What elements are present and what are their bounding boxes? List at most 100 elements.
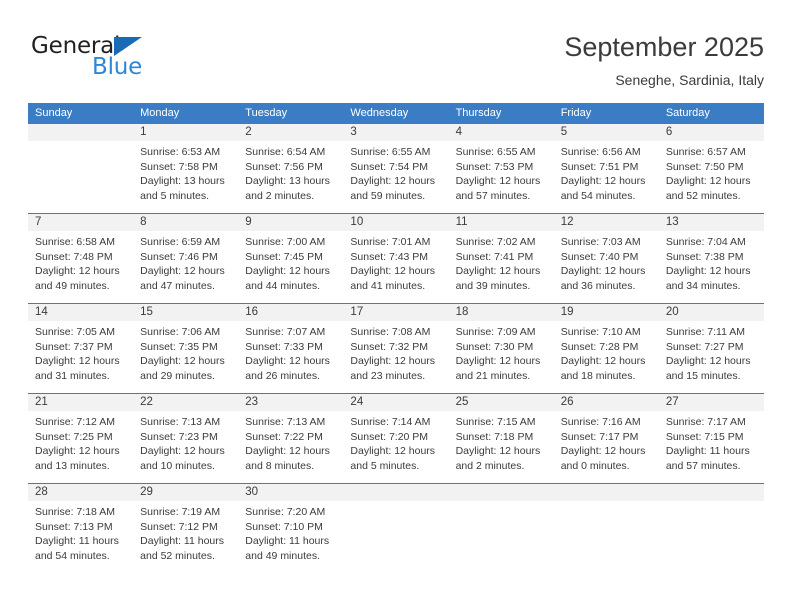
day-detail-line: and 2 minutes. — [245, 189, 315, 202]
day-number: 8 — [133, 214, 239, 231]
day-detail-line: and 5 minutes. — [350, 459, 420, 472]
day-number: 17 — [343, 304, 449, 321]
day-detail-line: Sunrise: 6:54 AM — [245, 146, 326, 158]
day-cell[interactable]: 23 Sunrise: 7:13 AM Sunset: 7:22 PM Dayligh… — [238, 394, 344, 483]
week-cells: 28 Sunrise: 7:18 AM Sunset: 7:13 PM Dayligh… — [28, 484, 764, 573]
day-cell[interactable]: 4 Sunrise: 6:55 AM Sunset: 7:53 PM Daylight… — [448, 124, 554, 213]
day-detail-line: Daylight: 12 hours — [455, 445, 541, 458]
day-detail-line: and 59 minutes. — [350, 189, 426, 202]
day-cell[interactable]: 25 Sunrise: 7:15 AM Sunset: 7:18 PM Dayligh… — [448, 394, 554, 483]
day-detail-line: Sunset: 7:56 PM — [245, 160, 323, 173]
day-cell[interactable]: 3 Sunrise: 6:55 AM Sunset: 7:54 PM Daylight… — [343, 124, 449, 213]
day-detail-line: and 52 minutes. — [665, 189, 741, 202]
day-cell[interactable]: 30 Sunrise: 7:20 AM Sunset: 7:10 PM Dayligh… — [238, 484, 344, 573]
day-details: Sunrise: 7:19 AM Sunset: 7:12 PM Daylight:… — [133, 501, 238, 563]
day-cell[interactable]: 29 Sunrise: 7:19 AM Sunset: 7:12 PM Dayligh… — [133, 484, 239, 573]
day-detail-line: Sunrise: 7:08 AM — [350, 326, 431, 338]
day-detail-line: Sunrise: 7:03 AM — [560, 236, 641, 248]
day-details — [554, 501, 659, 505]
day-cell[interactable]: 19 Sunrise: 7:10 AM Sunset: 7:28 PM Dayligh… — [553, 304, 659, 393]
day-detail-line: Sunrise: 7:13 AM — [140, 416, 221, 428]
calendar-week-row: 21 Sunrise: 7:12 AM Sunset: 7:25 PM Dayligh… — [28, 393, 764, 483]
day-detail-line: Daylight: 11 hours — [245, 535, 330, 548]
day-number: 6 — [658, 124, 764, 141]
day-cell[interactable]: 17 Sunrise: 7:08 AM Sunset: 7:32 PM Dayligh… — [343, 304, 449, 393]
day-detail-line: Sunset: 7:30 PM — [455, 340, 534, 353]
day-cell-empty — [448, 484, 554, 573]
day-details: Sunrise: 7:09 AM Sunset: 7:30 PM Daylight:… — [449, 321, 554, 383]
day-cell[interactable]: 7 Sunrise: 6:58 AM Sunset: 7:48 PM Daylight… — [28, 214, 134, 303]
day-number: 10 — [343, 214, 449, 231]
day-details: Sunrise: 6:58 AM Sunset: 7:48 PM Daylight:… — [28, 231, 133, 293]
day-detail-line: Daylight: 11 hours — [140, 535, 224, 548]
day-number: 5 — [553, 124, 659, 141]
calendar-week-row: 28 Sunrise: 7:18 AM Sunset: 7:13 PM Dayligh… — [28, 483, 764, 573]
day-detail-line: Sunset: 7:58 PM — [140, 160, 218, 173]
day-cell[interactable]: 14 Sunrise: 7:05 AM Sunset: 7:37 PM Dayligh… — [28, 304, 134, 393]
day-detail-line: Sunset: 7:28 PM — [560, 340, 639, 353]
day-details: Sunrise: 7:14 AM Sunset: 7:20 PM Daylight:… — [343, 411, 448, 473]
day-cell[interactable]: 15 Sunrise: 7:06 AM Sunset: 7:35 PM Dayligh… — [133, 304, 239, 393]
week-cells: 7 Sunrise: 6:58 AM Sunset: 7:48 PM Daylight… — [28, 214, 764, 303]
day-detail-line: and 52 minutes. — [140, 549, 215, 562]
day-details — [343, 501, 448, 505]
day-cell[interactable]: 11 Sunrise: 7:02 AM Sunset: 7:41 PM Dayligh… — [448, 214, 554, 303]
day-cell[interactable]: 13 Sunrise: 7:04 AM Sunset: 7:38 PM Dayligh… — [658, 214, 764, 303]
day-cell[interactable]: 26 Sunrise: 7:16 AM Sunset: 7:17 PM Dayligh… — [553, 394, 659, 483]
day-detail-line: Sunrise: 7:18 AM — [35, 506, 115, 518]
day-detail-line: Sunrise: 7:20 AM — [245, 506, 326, 518]
day-detail-line: and 57 minutes. — [455, 189, 531, 202]
weekday-header-monday: Monday — [140, 107, 180, 119]
week-cells: 21 Sunrise: 7:12 AM Sunset: 7:25 PM Dayligh… — [28, 394, 764, 483]
day-cell[interactable]: 12 Sunrise: 7:03 AM Sunset: 7:40 PM Dayligh… — [553, 214, 659, 303]
day-detail-line: Sunset: 7:35 PM — [140, 340, 218, 353]
day-detail-line: Sunset: 7:54 PM — [350, 160, 429, 173]
day-cell[interactable]: 8 Sunrise: 6:59 AM Sunset: 7:46 PM Daylight… — [133, 214, 239, 303]
day-number: 29 — [133, 484, 239, 501]
day-cell[interactable]: 22 Sunrise: 7:13 AM Sunset: 7:23 PM Dayligh… — [133, 394, 239, 483]
day-cell[interactable]: 16 Sunrise: 7:07 AM Sunset: 7:33 PM Dayligh… — [238, 304, 344, 393]
day-cell[interactable]: 28 Sunrise: 7:18 AM Sunset: 7:13 PM Dayligh… — [28, 484, 134, 573]
day-details: Sunrise: 6:55 AM Sunset: 7:53 PM Daylight:… — [449, 141, 554, 203]
day-detail-line: and 34 minutes. — [665, 279, 741, 292]
day-detail-line: Daylight: 12 hours — [350, 265, 436, 278]
day-detail-line: and 57 minutes. — [665, 459, 741, 472]
day-details: Sunrise: 7:05 AM Sunset: 7:37 PM Daylight:… — [28, 321, 133, 383]
day-number: 24 — [343, 394, 449, 411]
day-detail-line: Sunrise: 6:59 AM — [140, 236, 221, 248]
day-number — [343, 484, 449, 501]
day-number: 2 — [238, 124, 344, 141]
day-detail-line: Daylight: 12 hours — [140, 355, 225, 368]
day-cell[interactable]: 5 Sunrise: 6:56 AM Sunset: 7:51 PM Daylight… — [553, 124, 659, 213]
day-detail-line: Daylight: 12 hours — [245, 445, 330, 458]
page-subtitle: Seneghe, Sardinia, Italy — [615, 72, 764, 88]
day-detail-line: Daylight: 12 hours — [140, 445, 225, 458]
day-cell[interactable]: 18 Sunrise: 7:09 AM Sunset: 7:30 PM Dayligh… — [448, 304, 554, 393]
day-detail-line: and 23 minutes. — [350, 369, 426, 382]
general-blue-logo[interactable]: General Blue — [31, 33, 211, 89]
calendar-weeks: 1 Sunrise: 6:53 AM Sunset: 7:58 PM Daylight… — [28, 124, 764, 573]
day-cell[interactable]: 9 Sunrise: 7:00 AM Sunset: 7:45 PM Daylight… — [238, 214, 344, 303]
day-detail-line: and 54 minutes. — [35, 549, 110, 562]
day-cell[interactable]: 6 Sunrise: 6:57 AM Sunset: 7:50 PM Daylight… — [658, 124, 764, 213]
day-detail-line: Daylight: 12 hours — [245, 355, 330, 368]
day-detail-line: Daylight: 12 hours — [35, 355, 120, 368]
day-detail-line: Sunset: 7:15 PM — [665, 430, 744, 443]
day-cell[interactable]: 27 Sunrise: 7:17 AM Sunset: 7:15 PM Dayligh… — [658, 394, 764, 483]
day-cell[interactable]: 1 Sunrise: 6:53 AM Sunset: 7:58 PM Daylight… — [133, 124, 239, 213]
day-cell[interactable]: 20 Sunrise: 7:11 AM Sunset: 7:27 PM Dayligh… — [658, 304, 764, 393]
day-detail-line: and 8 minutes. — [245, 459, 315, 472]
day-detail-line: Daylight: 13 hours — [245, 175, 330, 188]
day-detail-line: Sunrise: 6:55 AM — [350, 146, 431, 158]
day-number: 19 — [553, 304, 659, 321]
day-detail-line: Sunrise: 7:13 AM — [245, 416, 326, 428]
day-detail-line: Sunset: 7:46 PM — [140, 250, 218, 263]
calendar-week-row: 1 Sunrise: 6:53 AM Sunset: 7:58 PM Daylight… — [28, 124, 764, 213]
day-detail-line: Daylight: 12 hours — [560, 355, 646, 368]
weekday-header-tuesday: Tuesday — [245, 107, 288, 119]
day-cell[interactable]: 21 Sunrise: 7:12 AM Sunset: 7:25 PM Dayligh… — [28, 394, 134, 483]
day-cell[interactable]: 10 Sunrise: 7:01 AM Sunset: 7:43 PM Dayligh… — [343, 214, 449, 303]
day-cell[interactable]: 2 Sunrise: 6:54 AM Sunset: 7:56 PM Daylight… — [238, 124, 344, 213]
day-cell[interactable]: 24 Sunrise: 7:14 AM Sunset: 7:20 PM Dayligh… — [343, 394, 449, 483]
day-detail-line: and 41 minutes. — [350, 279, 426, 292]
